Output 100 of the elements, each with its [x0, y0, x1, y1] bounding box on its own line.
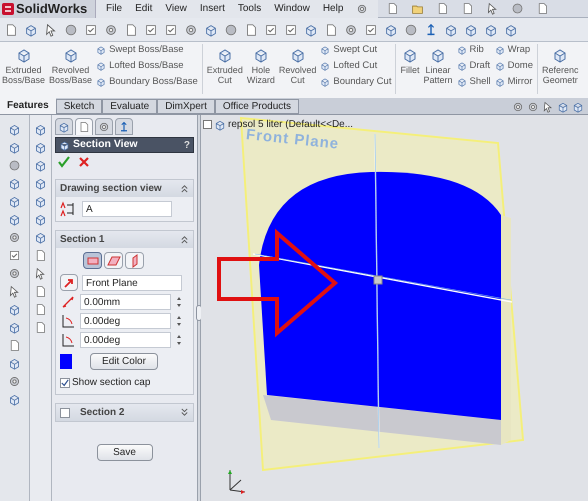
cube-icon[interactable] [204, 22, 218, 36]
ribbon-button[interactable]: Rib [456, 44, 491, 55]
checkbox-icon[interactable] [264, 22, 278, 36]
document-icon[interactable] [34, 321, 47, 334]
cube-icon[interactable] [34, 159, 47, 172]
cube-icon[interactable] [384, 22, 398, 36]
checkbox-icon[interactable] [84, 22, 98, 36]
ribbon-button[interactable]: Fillet [398, 44, 422, 75]
cube-icon[interactable] [484, 22, 498, 36]
panel-tab[interactable] [55, 118, 73, 135]
tab[interactable]: Sketch [56, 99, 102, 114]
ribbon-button[interactable]: Mirror [494, 76, 533, 87]
color-swatch[interactable] [60, 354, 72, 369]
document-icon[interactable] [34, 285, 47, 298]
cube-icon[interactable] [8, 195, 21, 208]
ribbon-button[interactable]: Wrap [494, 44, 533, 55]
menu-item[interactable]: Tools [238, 4, 262, 14]
sphere-icon[interactable] [224, 22, 238, 36]
checkbox-icon[interactable] [284, 22, 298, 36]
value-field[interactable]: 0.00mm [80, 294, 171, 310]
cancel-icon[interactable] [78, 156, 90, 168]
ok-icon[interactable] [58, 156, 70, 168]
cube-icon[interactable] [8, 177, 21, 190]
ribbon-button[interactable]: Draft [456, 60, 491, 71]
cube-icon[interactable] [464, 22, 478, 36]
ribbon-button[interactable]: Boundary Cut [320, 76, 392, 87]
plane-button[interactable] [83, 252, 102, 269]
document-icon[interactable] [436, 2, 450, 15]
ribbon-button[interactable]: Extruded Cut [204, 44, 245, 85]
ribbon-button[interactable]: Lofted Boss/Base [96, 60, 198, 71]
cube-icon[interactable] [34, 141, 47, 154]
tab[interactable]: Office Products [214, 99, 300, 114]
cube-icon[interactable] [504, 22, 518, 36]
document-icon[interactable] [386, 2, 400, 15]
sphere-icon[interactable] [8, 159, 21, 172]
document-icon[interactable] [8, 339, 21, 352]
ribbon-button[interactable]: Lofted Cut [320, 60, 392, 71]
menu-item[interactable]: Edit [135, 4, 152, 14]
save-button[interactable]: Save [96, 444, 152, 461]
cube-icon[interactable] [572, 101, 584, 113]
cube-icon[interactable] [34, 123, 47, 136]
ribbon-button[interactable]: Shell [456, 76, 491, 87]
cube-icon[interactable] [8, 357, 21, 370]
ribbon-button[interactable]: Extruded Boss/Base [0, 44, 48, 85]
cube-icon[interactable] [34, 231, 47, 244]
cube-icon[interactable] [8, 321, 21, 334]
document-icon[interactable] [34, 303, 47, 316]
plane-button[interactable] [125, 252, 144, 269]
ribbon-button[interactable]: Swept Boss/Base [96, 44, 198, 55]
document-icon[interactable] [124, 22, 138, 36]
cursor-icon[interactable] [542, 101, 554, 113]
ribbon-button[interactable]: Hole Wizard [244, 44, 277, 85]
collapse-icon[interactable] [180, 235, 189, 244]
document-icon[interactable] [461, 2, 474, 15]
menu-item[interactable]: File [106, 4, 122, 14]
checkbox-icon[interactable] [364, 22, 378, 36]
panel-tab[interactable] [95, 118, 113, 135]
checkbox[interactable] [60, 378, 70, 388]
menu-item[interactable]: View [165, 4, 187, 14]
cube-icon[interactable] [557, 101, 569, 113]
checkbox-icon[interactable] [164, 22, 178, 36]
document-icon[interactable] [324, 22, 338, 36]
value-field[interactable]: 0.00deg [80, 332, 171, 348]
cube-icon[interactable] [214, 118, 226, 130]
ribbon-button[interactable]: Referenc Geometr [540, 44, 581, 85]
tab[interactable]: Evaluate [102, 99, 158, 114]
document-icon[interactable] [34, 249, 47, 262]
reference-button[interactable] [60, 274, 78, 291]
help-button[interactable]: ? [184, 138, 190, 152]
menu-item[interactable]: Help [322, 4, 344, 14]
ribbon-button[interactable]: Linear Pattern [421, 44, 455, 85]
checkbox[interactable] [60, 408, 70, 418]
expand-button[interactable] [203, 120, 212, 129]
panel-tab[interactable] [115, 118, 133, 135]
document-icon[interactable] [4, 22, 18, 36]
menu-item[interactable]: Insert [200, 4, 225, 14]
ribbon-button[interactable]: Revolved Boss/Base [47, 44, 94, 85]
cube-icon[interactable] [304, 22, 318, 36]
ribbon-button[interactable]: Revolved Cut [276, 44, 318, 85]
handle-icon[interactable] [374, 276, 382, 284]
expand-icon[interactable] [180, 408, 189, 417]
cursor-icon[interactable] [8, 285, 21, 298]
cursor-icon[interactable] [486, 2, 500, 15]
checkbox-icon[interactable] [8, 249, 21, 262]
cursor-icon[interactable] [44, 22, 58, 36]
tab[interactable]: Features [0, 97, 56, 114]
name-field[interactable]: A [82, 201, 172, 217]
sphere-icon[interactable] [404, 22, 418, 36]
cube-icon[interactable] [34, 213, 47, 226]
plane-button[interactable] [104, 252, 123, 269]
ribbon-button[interactable]: Boundary Boss/Base [96, 76, 198, 87]
sphere-icon[interactable] [511, 2, 524, 15]
edit-color-button[interactable]: Edit Color [90, 353, 158, 370]
cube-icon[interactable] [8, 141, 21, 154]
cube-icon[interactable] [8, 303, 21, 316]
ribbon-button[interactable]: Dome [494, 60, 533, 71]
reference-field[interactable]: Front Plane [82, 274, 182, 290]
cube-icon[interactable] [444, 22, 458, 36]
cube-icon[interactable] [8, 393, 21, 406]
document-icon[interactable] [536, 2, 550, 15]
